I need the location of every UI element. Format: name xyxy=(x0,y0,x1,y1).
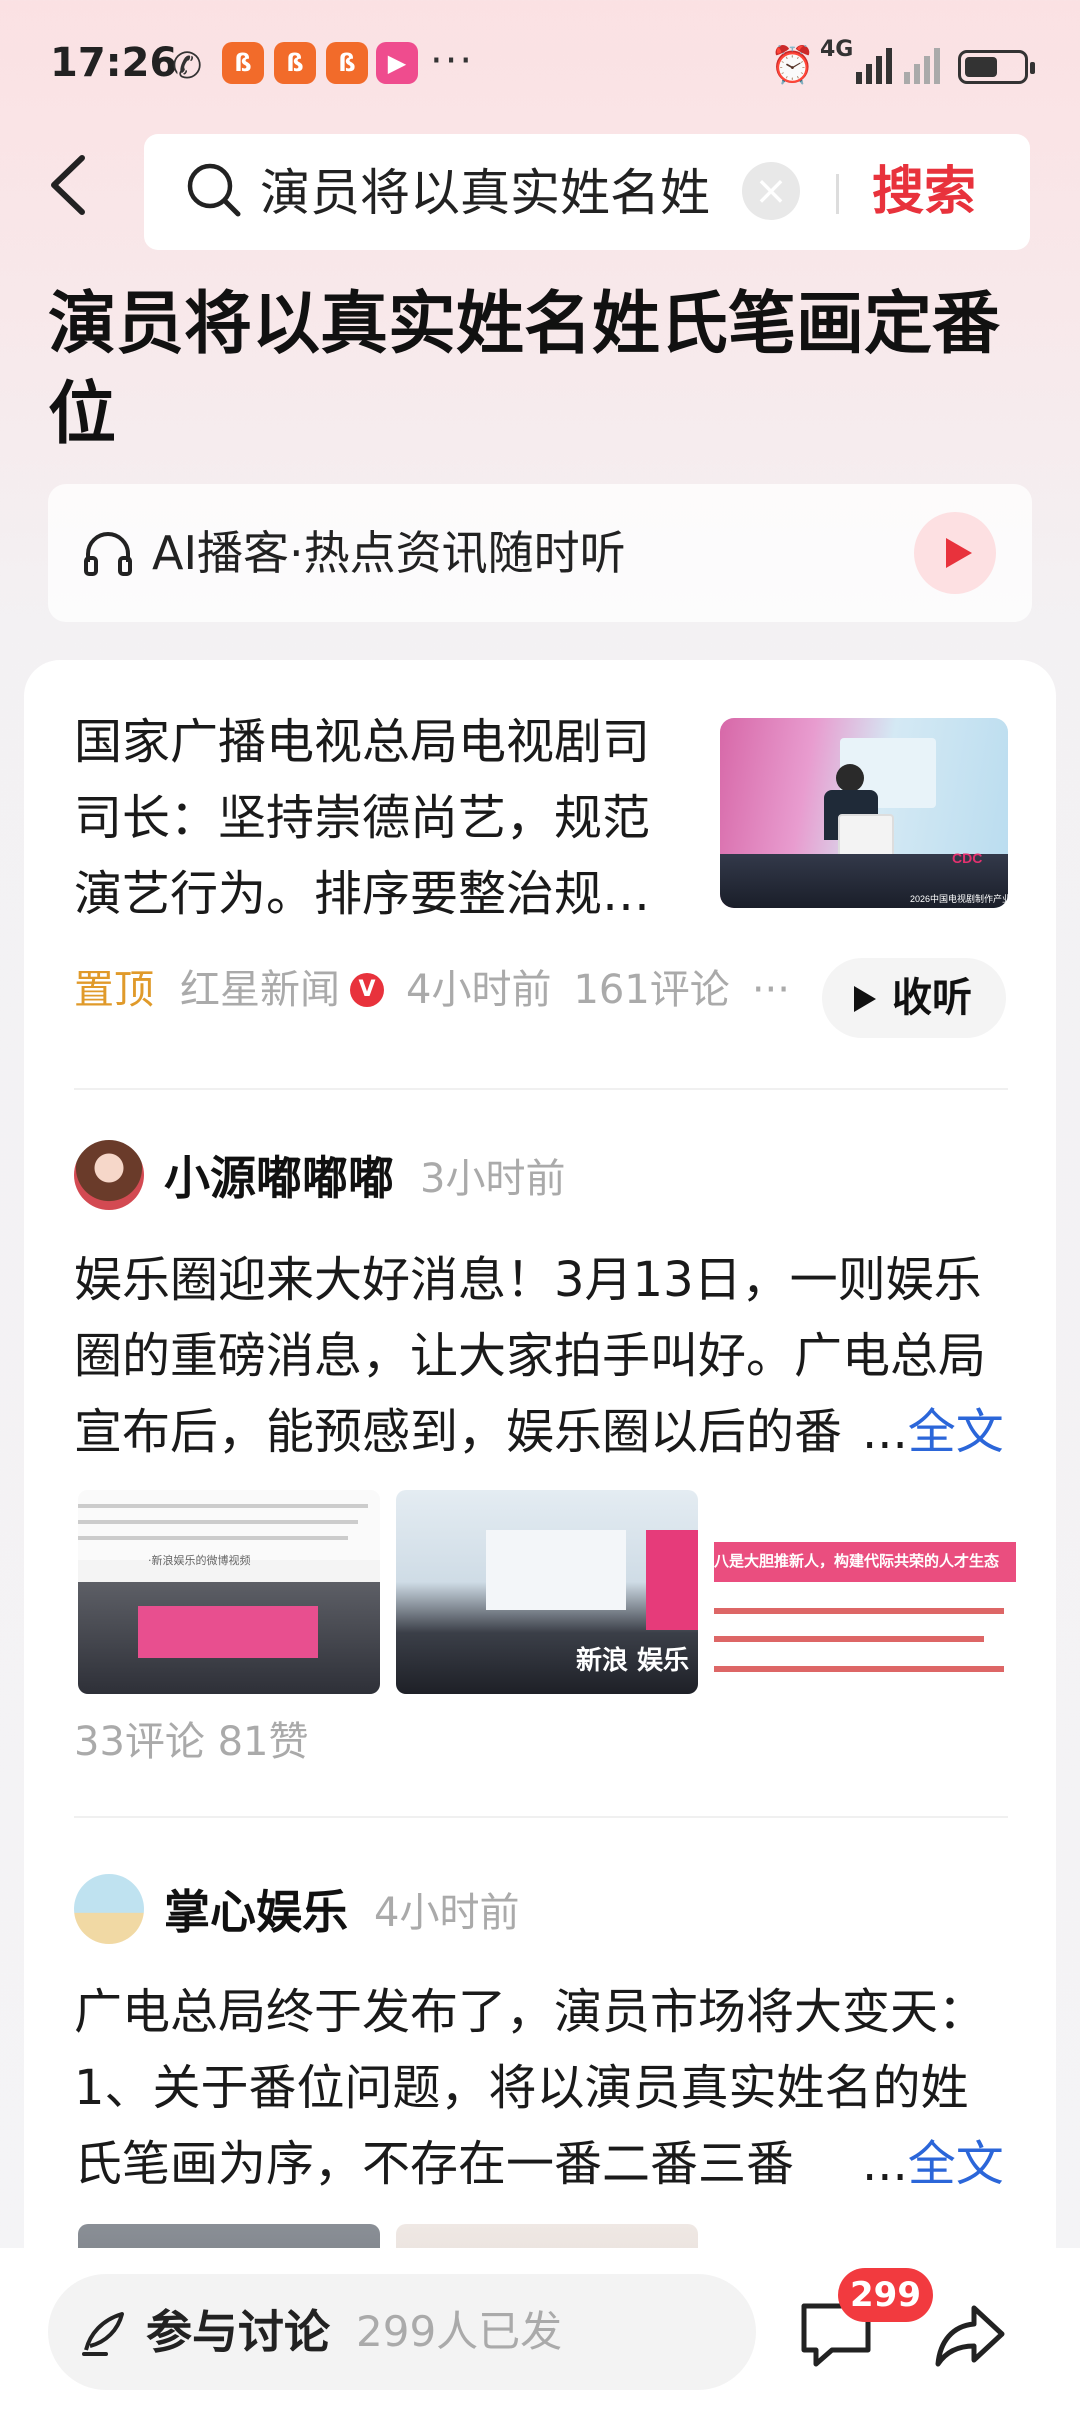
post-author[interactable]: 掌心娱乐 xyxy=(164,1876,348,1942)
close-icon: × xyxy=(754,168,788,214)
feed-card: 国家广播电视总局电视剧司司长：坚持崇德尚艺，规范演艺行为。排序要整治规… CDC… xyxy=(24,660,1056,2412)
post-header: 掌心娱乐 4小时前 xyxy=(74,1874,519,1944)
ellipsis: ... xyxy=(862,1404,908,1460)
thumb-caption: 2026中国电视剧制作产业大会 xyxy=(910,894,1008,904)
post-more[interactable]: ...全文 xyxy=(858,2126,1004,2202)
video-app-icon: ▶ xyxy=(376,42,418,84)
search-box[interactable]: 演员将以真实姓名姓 × 搜索 xyxy=(144,134,1030,250)
image-caption: ·新浪娱乐的微博视频 xyxy=(148,1554,251,1567)
post-images: ·新浪娱乐的微博视频 新浪 娱乐 八是大胆推新人，构建代际共荣的人才生态 xyxy=(78,1490,1016,1694)
full-text-link[interactable]: 全文 xyxy=(908,1404,1004,1460)
alarm-icon: ⏰ xyxy=(770,45,815,86)
listen-label: 收听 xyxy=(892,975,972,1021)
bottom-bar: 参与讨论 299人已发 299 xyxy=(0,2248,1080,2412)
search-icon xyxy=(187,163,241,217)
search-divider xyxy=(836,174,839,214)
battery-icon xyxy=(958,50,1035,84)
more-options-button[interactable]: ··· xyxy=(752,962,790,1018)
search-button[interactable]: 搜索 xyxy=(872,156,976,228)
back-button[interactable] xyxy=(44,150,104,230)
play-icon xyxy=(854,986,876,1012)
comment-count-badge: 299 xyxy=(838,2268,933,2322)
verified-icon: V xyxy=(350,973,384,1007)
discuss-label: 参与讨论 xyxy=(146,2305,330,2359)
listen-button[interactable]: 收听 xyxy=(822,958,1006,1038)
news-headline[interactable]: 国家广播电视总局电视剧司司长：坚持崇德尚艺，规范演艺行为。排序要整治规… xyxy=(74,704,684,932)
news-comments[interactable]: 161评论 xyxy=(573,962,729,1018)
more-notifications-icon: ··· xyxy=(430,38,475,84)
news-source[interactable]: 红星新闻 xyxy=(180,962,340,1018)
network-type: 4G xyxy=(820,37,854,62)
status-time: 17:26 xyxy=(50,40,178,86)
headphones-icon xyxy=(84,532,132,576)
avatar[interactable] xyxy=(74,1874,144,1944)
ai-podcast-banner[interactable]: AI播客·热点资讯随时听 xyxy=(48,484,1032,622)
divider xyxy=(74,1088,1008,1090)
news-meta: 置顶 红星新闻 V 4小时前 161评论 ··· xyxy=(74,962,790,1018)
signal-icon-secondary xyxy=(904,44,940,84)
full-text-link[interactable]: 全文 xyxy=(908,2136,1004,2192)
image-caption: 八是大胆推新人，构建代际共荣的人才生态 xyxy=(714,1552,1000,1570)
discuss-count: 299人已发 xyxy=(356,2307,563,2356)
share-icon[interactable] xyxy=(930,2298,1010,2374)
podcast-label: AI播客·热点资讯随时听 xyxy=(152,526,626,580)
signal-icon xyxy=(856,44,892,84)
post-image[interactable]: 新浪 娱乐 xyxy=(396,1490,698,1694)
app-notification-icon: ß xyxy=(326,42,368,84)
page-title: 演员将以真实姓名姓氏笔画定番位 xyxy=(48,285,1001,454)
post-stats: 33评论 81赞 xyxy=(74,1719,309,1765)
divider xyxy=(74,1816,1008,1818)
status-bar: 17:26 ✆ ß ß ß ▶ ··· ⏰ 4G xyxy=(0,0,1080,130)
discuss-input[interactable]: 参与讨论 299人已发 xyxy=(48,2274,756,2390)
post-header: 小源嘟嘟嘟 3小时前 xyxy=(74,1140,565,1210)
app-notification-icon: ß xyxy=(222,42,264,84)
avatar[interactable] xyxy=(74,1140,144,1210)
post-time: 3小时前 xyxy=(420,1156,566,1202)
missed-call-icon: ✆ xyxy=(172,46,203,87)
pinned-badge: 置顶 xyxy=(74,967,154,1013)
ellipsis: ... xyxy=(862,2136,908,2192)
post-more[interactable]: ...全文 xyxy=(858,1394,1004,1470)
news-thumbnail[interactable]: CDC 2026中国电视剧制作产业大会 xyxy=(720,718,1008,908)
podcast-play-button[interactable] xyxy=(914,512,996,594)
post-author[interactable]: 小源嘟嘟嘟 xyxy=(164,1142,394,1208)
clear-button[interactable]: × xyxy=(742,162,800,220)
image-caption: 新浪 娱乐 xyxy=(576,1646,690,1676)
pen-icon xyxy=(82,2312,124,2356)
chevron-left-icon xyxy=(51,155,85,215)
post-image[interactable]: 八是大胆推新人，构建代际共荣的人才生态 xyxy=(714,1490,1016,1694)
app-notification-icon: ß xyxy=(274,42,316,84)
post-image[interactable]: ·新浪娱乐的微博视频 xyxy=(78,1490,380,1694)
news-time: 4小时前 xyxy=(406,967,552,1013)
thumb-logo: CDC xyxy=(952,850,983,866)
post-time: 4小时前 xyxy=(374,1890,520,1936)
